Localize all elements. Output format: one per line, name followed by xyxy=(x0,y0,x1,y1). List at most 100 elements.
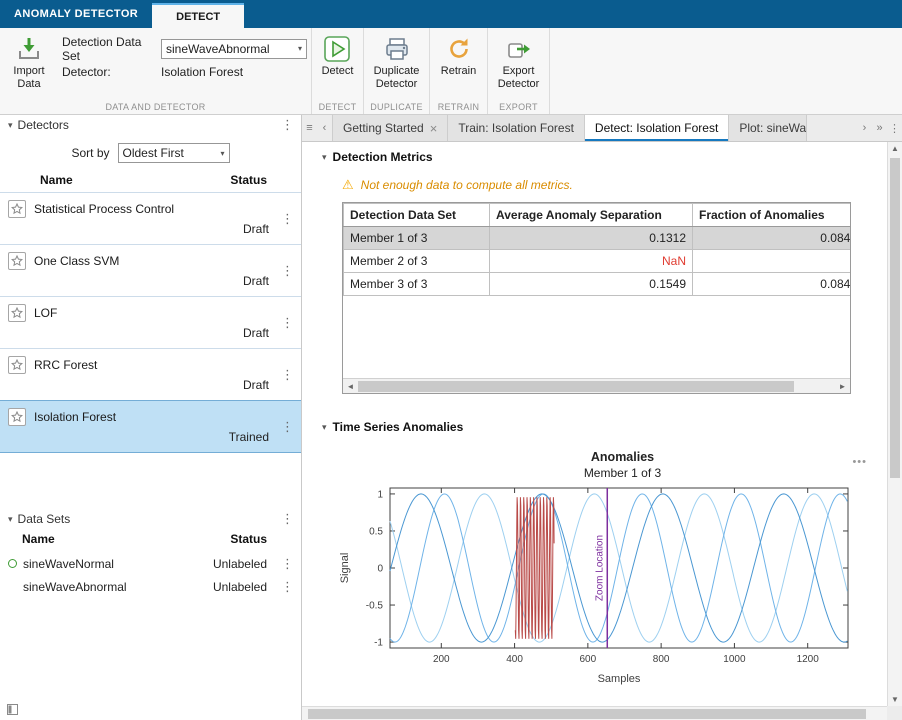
anomaly-detector-app: ANOMALY DETECTOR DETECT Import Data Dete… xyxy=(0,0,902,720)
left-panel: ▾ Detectors ⋮ Sort by Oldest First ▾ Nam… xyxy=(0,115,302,720)
scroll-up-icon[interactable]: ▲ xyxy=(888,144,902,153)
collapse-icon: ▾ xyxy=(8,120,13,131)
table-header-row: Detection Data Set Average Anomaly Separ… xyxy=(344,204,852,227)
detector-value: Isolation Forest xyxy=(161,65,243,79)
tab-label: Detect: Isolation Forest xyxy=(595,121,718,135)
col-status: Status xyxy=(230,532,267,546)
tab-getting-started[interactable]: Getting Started × xyxy=(332,115,448,141)
cell-fraction: 0.0846 xyxy=(693,227,852,250)
data-set-dropdown[interactable]: sineWaveAbnormal ▾ xyxy=(161,39,307,59)
detector-menu-icon[interactable]: ⋮ xyxy=(281,419,293,435)
detectors-panel-title: Detectors xyxy=(18,118,69,132)
cell-data-set: Member 1 of 3 xyxy=(344,227,490,250)
section-label-retrain: RETRAIN xyxy=(430,102,487,112)
warning-text: Not enough data to compute all metrics. xyxy=(361,178,573,192)
detect-button[interactable]: Detect xyxy=(319,33,357,98)
detector-menu-icon[interactable]: ⋮ xyxy=(281,263,293,279)
dataset-menu-icon[interactable]: ⋮ xyxy=(281,556,293,572)
tab-train-isolation-forest[interactable]: Train: Isolation Forest xyxy=(448,115,585,141)
time-series-anomalies-header[interactable]: ▾ Time Series Anomalies xyxy=(302,394,887,434)
detector-menu-icon[interactable]: ⋮ xyxy=(281,315,293,331)
detector-menu-icon[interactable]: ⋮ xyxy=(281,211,293,227)
panel-gap xyxy=(0,453,301,509)
datasets-panel-menu-icon[interactable]: ⋮ xyxy=(281,511,293,527)
chart-subtitle: Member 1 of 3 xyxy=(334,466,869,480)
svg-text:-0.5: -0.5 xyxy=(366,601,384,612)
section-label-detect: DETECT xyxy=(312,102,363,112)
detector-item-statistical-process-control[interactable]: Statistical Process Control Draft ⋮ xyxy=(0,192,301,245)
favorite-star-icon[interactable] xyxy=(8,304,26,322)
favorite-star-icon[interactable] xyxy=(8,356,26,374)
sort-dropdown[interactable]: Oldest First ▾ xyxy=(118,143,230,163)
close-icon[interactable]: × xyxy=(430,121,438,136)
section-export: Export Detector EXPORT xyxy=(488,28,550,114)
svg-text:-1: -1 xyxy=(374,638,383,649)
detector-status: Draft xyxy=(243,326,269,340)
scroll-tabs-left-icon[interactable]: ‹ xyxy=(317,115,332,141)
favorite-star-icon[interactable] xyxy=(8,408,26,426)
duplicate-detector-button[interactable]: Duplicate Detector xyxy=(368,33,425,98)
app-title: ANOMALY DETECTOR xyxy=(0,0,152,28)
scroll-down-icon[interactable]: ▼ xyxy=(888,695,902,704)
scroll-tabs-end-icon[interactable]: » xyxy=(872,115,887,141)
table-row-member-2[interactable]: Member 2 of 3 NaN 0 xyxy=(344,250,852,273)
section-retrain: Retrain RETRAIN xyxy=(430,28,488,114)
horizontal-scrollbar[interactable] xyxy=(302,706,887,720)
scrollbar-thumb[interactable] xyxy=(358,381,794,392)
retrain-button[interactable]: Retrain xyxy=(438,33,479,98)
scrollbar-thumb[interactable] xyxy=(308,709,866,719)
detector-status: Draft xyxy=(243,274,269,288)
scroll-left-icon[interactable]: ◄ xyxy=(343,382,358,391)
dataset-item-sinewavenormal[interactable]: sineWaveNormal Unlabeled ⋮ xyxy=(0,552,301,575)
detectors-panel-menu-icon[interactable]: ⋮ xyxy=(281,117,293,133)
svg-text:1000: 1000 xyxy=(723,654,746,665)
dataset-item-sinewaveabnormal[interactable]: sineWaveAbnormal Unlabeled ⋮ xyxy=(0,575,301,598)
col-header-fraction-of-anomalies[interactable]: Fraction of Anomalies xyxy=(693,204,852,227)
detect-play-icon xyxy=(323,35,351,63)
table-horizontal-scrollbar[interactable]: ◄ ► xyxy=(343,378,850,393)
export-detector-button[interactable]: Export Detector xyxy=(492,33,545,98)
dataset-menu-icon[interactable]: ⋮ xyxy=(281,579,293,595)
detector-name: RRC Forest xyxy=(34,358,97,372)
favorite-star-icon[interactable] xyxy=(8,200,26,218)
detector-item-one-class-svm[interactable]: One Class SVM Draft ⋮ xyxy=(0,244,301,297)
document-actions-icon[interactable]: ⋮ xyxy=(887,115,902,141)
col-header-average-anomaly-separation[interactable]: Average Anomaly Separation xyxy=(490,204,693,227)
tab-detect-isolation-forest[interactable]: Detect: Isolation Forest xyxy=(585,115,729,141)
tab-label: Plot: sineWa xyxy=(739,121,806,135)
svg-text:800: 800 xyxy=(653,654,670,665)
scroll-tabs-right-icon[interactable]: › xyxy=(857,115,872,141)
svg-text:0: 0 xyxy=(377,564,383,575)
collapse-icon: ▾ xyxy=(322,152,327,163)
tab-label: Train: Isolation Forest xyxy=(458,121,574,135)
minimize-panel-icon[interactable] xyxy=(7,704,18,718)
data-set-value: sineWaveAbnormal xyxy=(166,42,270,56)
detector-item-lof[interactable]: LOF Draft ⋮ xyxy=(0,296,301,349)
dataset-name: sineWaveAbnormal xyxy=(23,580,127,594)
tab-plot-sinewaveabnormal[interactable]: Plot: sineWa xyxy=(729,115,807,141)
cell-fraction: 0 xyxy=(693,250,852,273)
anomalies-plot[interactable]: 20040060080010001200-1-0.500.51Zoom Loca… xyxy=(334,482,869,700)
detectors-panel-header[interactable]: ▾ Detectors ⋮ xyxy=(0,115,301,135)
table-row-member-3[interactable]: Member 3 of 3 0.1549 0.0846 xyxy=(344,273,852,296)
import-data-label: Import Data xyxy=(7,65,51,90)
duplicate-detector-icon xyxy=(384,35,410,63)
datasets-panel-header[interactable]: ▾ Data Sets ⋮ xyxy=(0,509,301,529)
detector-item-rrc-forest[interactable]: RRC Forest Draft ⋮ xyxy=(0,348,301,401)
toolstrip-fields: Detection Data Set sineWaveAbnormal ▾ De… xyxy=(62,37,307,98)
table-row-member-1[interactable]: Member 1 of 3 0.1312 0.0846 xyxy=(344,227,852,250)
scroll-right-icon[interactable]: ► xyxy=(835,382,850,391)
import-data-button[interactable]: Import Data xyxy=(4,33,54,98)
favorite-star-icon[interactable] xyxy=(8,252,26,270)
scrollbar-corner xyxy=(887,706,902,720)
detector-menu-icon[interactable]: ⋮ xyxy=(281,367,293,383)
tab-list-icon[interactable]: ≡ xyxy=(302,115,317,141)
svg-text:Zoom Location: Zoom Location xyxy=(594,535,605,601)
detector-item-isolation-forest[interactable]: Isolation Forest Trained ⋮ xyxy=(0,400,301,453)
scrollbar-thumb[interactable] xyxy=(890,158,900,478)
col-header-detection-data-set[interactable]: Detection Data Set xyxy=(344,204,490,227)
detection-metrics-header[interactable]: ▾ Detection Metrics xyxy=(302,142,887,164)
plot-options-button[interactable]: ••• xyxy=(852,456,867,468)
vertical-scrollbar[interactable]: ▲ ▼ xyxy=(887,142,902,706)
tab-detect-ribbon[interactable]: DETECT xyxy=(152,3,244,28)
